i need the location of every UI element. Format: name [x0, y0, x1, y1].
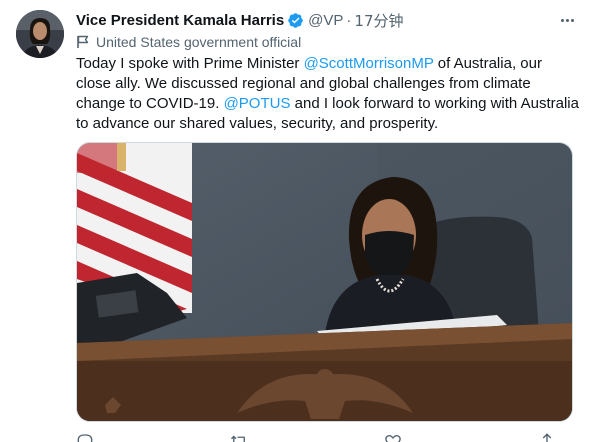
government-label: United States government official: [76, 32, 301, 52]
mention-link[interactable]: @ScottMorrisonMP: [304, 55, 434, 72]
government-label-text: United States government official: [96, 34, 302, 50]
tweet-photo[interactable]: [76, 142, 573, 422]
author-handle[interactable]: @VP: [308, 12, 343, 29]
more-options-icon[interactable]: [557, 10, 577, 30]
verified-badge-icon: [288, 12, 303, 28]
like-icon[interactable]: [384, 430, 402, 442]
flag-icon: [77, 35, 89, 48]
tweet-actions: [76, 430, 556, 442]
tweet: Vice President Kamala Harris @VP · 17分钟 …: [0, 0, 594, 442]
author-avatar[interactable]: [16, 10, 64, 58]
mention-link[interactable]: @POTUS: [224, 95, 291, 112]
tweet-timestamp[interactable]: 17分钟: [354, 10, 403, 31]
tweet-text: Today I spoke with Prime Minister @Scott…: [76, 54, 581, 134]
reply-icon[interactable]: [76, 430, 94, 442]
share-icon[interactable]: [538, 430, 556, 442]
tweet-header: Vice President Kamala Harris @VP · 17分钟: [76, 9, 404, 31]
retweet-icon[interactable]: [230, 430, 248, 442]
separator-dot: ·: [346, 11, 352, 29]
photo-icon: [77, 143, 572, 421]
tweet-text-part: Today I spoke with Prime Minister: [76, 55, 304, 72]
author-name[interactable]: Vice President Kamala Harris: [76, 12, 284, 29]
